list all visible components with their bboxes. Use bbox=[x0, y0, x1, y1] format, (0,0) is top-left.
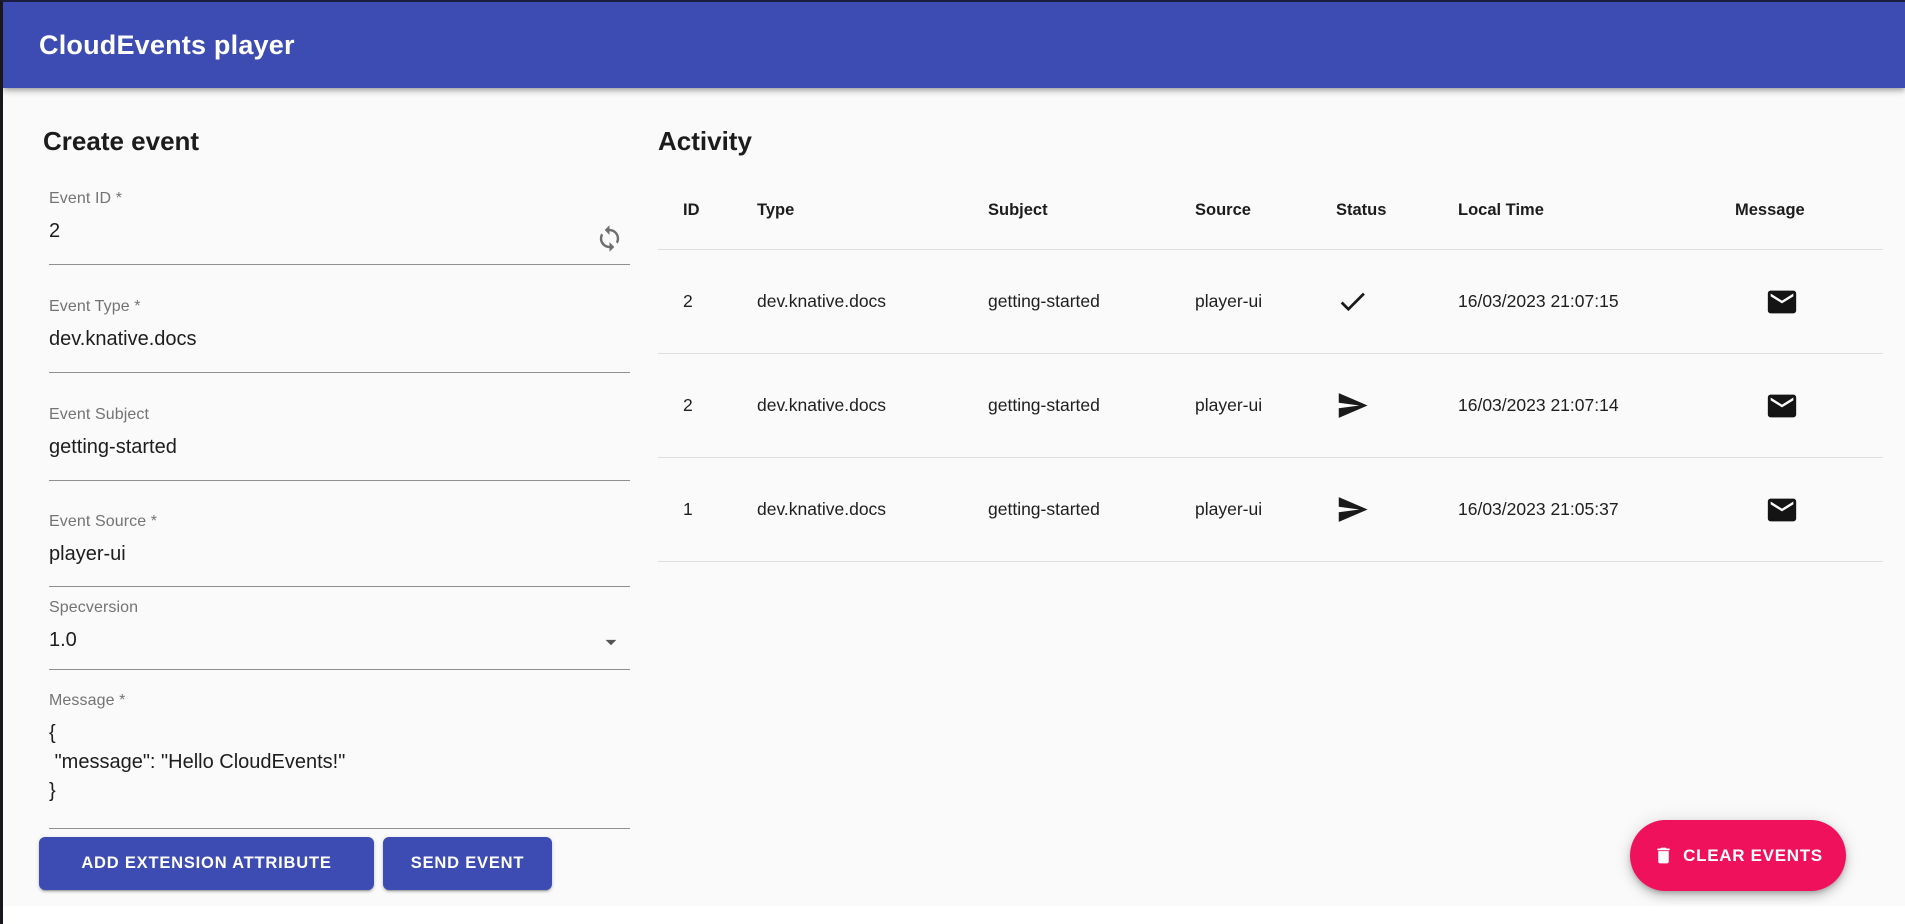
clear-events-label: CLEAR EVENTS bbox=[1683, 846, 1823, 866]
activity-table-header: ID Type Subject Source Status Local Time… bbox=[658, 172, 1883, 250]
cell-message bbox=[1735, 389, 1883, 423]
cell-local-time: 16/03/2023 21:05:37 bbox=[1458, 499, 1735, 520]
envelope-icon[interactable] bbox=[1765, 389, 1799, 423]
event-type-field: Event Type * dev.knative.docs bbox=[49, 298, 630, 373]
cell-source: player-ui bbox=[1195, 499, 1336, 520]
cell-type: dev.knative.docs bbox=[757, 499, 988, 520]
event-subject-input[interactable]: getting-started bbox=[49, 433, 630, 462]
cell-source: player-ui bbox=[1195, 395, 1336, 416]
trash-icon bbox=[1653, 845, 1674, 866]
specversion-select[interactable]: 1.0 bbox=[49, 626, 630, 655]
cell-type: dev.knative.docs bbox=[757, 291, 988, 312]
event-source-input[interactable]: player-ui bbox=[49, 540, 630, 569]
col-header-message: Message bbox=[1735, 201, 1883, 220]
event-id-input[interactable]: 2 bbox=[49, 217, 630, 246]
event-subject-field: Event Subject getting-started bbox=[49, 406, 630, 481]
col-header-subject: Subject bbox=[988, 201, 1195, 220]
event-type-label: Event Type * bbox=[49, 298, 630, 316]
cell-subject: getting-started bbox=[988, 395, 1195, 416]
cell-subject: getting-started bbox=[988, 291, 1195, 312]
cell-source: player-ui bbox=[1195, 291, 1336, 312]
cloudevents-player-app: CloudEvents player Create event Event ID… bbox=[0, 0, 1905, 924]
status-received-check-icon bbox=[1336, 285, 1369, 318]
cell-status bbox=[1336, 285, 1458, 318]
event-id-label: Event ID * bbox=[49, 190, 630, 208]
event-source-label: Event Source * bbox=[49, 513, 630, 531]
message-label: Message * bbox=[49, 692, 630, 710]
message-field: Message * { "message": "Hello CloudEvent… bbox=[49, 692, 630, 829]
event-id-field: Event ID * 2 bbox=[49, 190, 630, 265]
event-subject-label: Event Subject bbox=[49, 406, 630, 424]
refresh-icon[interactable] bbox=[595, 224, 624, 253]
cell-local-time: 16/03/2023 21:07:15 bbox=[1458, 291, 1735, 312]
col-header-id: ID bbox=[683, 201, 757, 220]
create-event-heading: Create event bbox=[43, 126, 199, 157]
cell-message bbox=[1735, 493, 1883, 527]
cell-subject: getting-started bbox=[988, 499, 1195, 520]
col-header-type: Type bbox=[757, 201, 988, 220]
envelope-icon[interactable] bbox=[1765, 493, 1799, 527]
col-header-local-time: Local Time bbox=[1458, 201, 1735, 220]
specversion-field: Specversion 1.0 bbox=[49, 599, 630, 670]
cell-type: dev.knative.docs bbox=[757, 395, 988, 416]
add-extension-attribute-button[interactable]: ADD EXTENSION ATTRIBUTE bbox=[39, 837, 374, 890]
specversion-label: Specversion bbox=[49, 599, 630, 617]
cell-message bbox=[1735, 285, 1883, 319]
event-type-input[interactable]: dev.knative.docs bbox=[49, 325, 630, 354]
activity-heading: Activity bbox=[658, 126, 752, 157]
event-source-field: Event Source * player-ui bbox=[49, 513, 630, 587]
cell-local-time: 16/03/2023 21:07:14 bbox=[1458, 395, 1735, 416]
message-textarea[interactable]: { "message": "Hello CloudEvents!" } bbox=[49, 719, 630, 806]
table-row: 2 dev.knative.docs getting-started playe… bbox=[658, 354, 1883, 458]
cell-status bbox=[1336, 389, 1458, 422]
col-header-status: Status bbox=[1336, 201, 1458, 220]
status-sent-icon bbox=[1336, 493, 1369, 526]
activity-table: ID Type Subject Source Status Local Time… bbox=[658, 172, 1883, 562]
app-bar: CloudEvents player bbox=[3, 2, 1905, 88]
cell-id: 2 bbox=[683, 395, 757, 416]
clear-events-button[interactable]: CLEAR EVENTS bbox=[1630, 820, 1846, 891]
app-title: CloudEvents player bbox=[39, 30, 295, 61]
footer-strip bbox=[3, 906, 1905, 924]
envelope-icon[interactable] bbox=[1765, 285, 1799, 319]
table-row: 1 dev.knative.docs getting-started playe… bbox=[658, 458, 1883, 562]
table-row: 2 dev.knative.docs getting-started playe… bbox=[658, 250, 1883, 354]
cell-status bbox=[1336, 493, 1458, 526]
dropdown-caret-icon bbox=[598, 629, 624, 655]
cell-id: 1 bbox=[683, 499, 757, 520]
status-sent-icon bbox=[1336, 389, 1369, 422]
cell-id: 2 bbox=[683, 291, 757, 312]
col-header-source: Source bbox=[1195, 201, 1336, 220]
send-event-button[interactable]: SEND EVENT bbox=[383, 837, 552, 890]
